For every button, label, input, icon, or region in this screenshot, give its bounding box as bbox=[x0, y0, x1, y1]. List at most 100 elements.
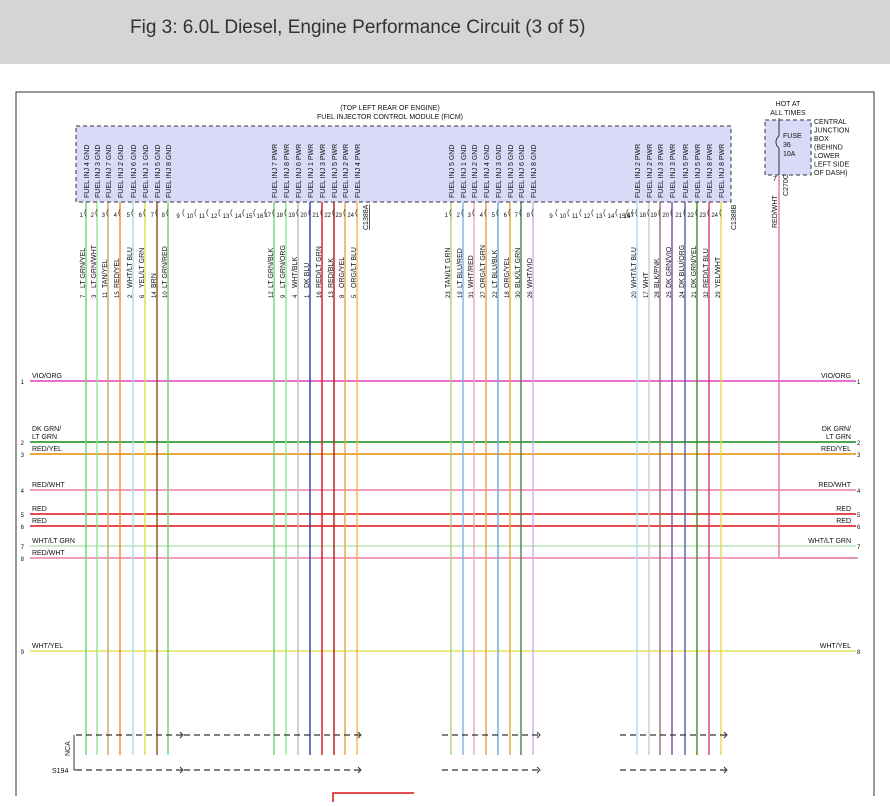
hot-label-1: HOT AT bbox=[776, 101, 801, 108]
left-pin-mark-13: ( bbox=[320, 208, 323, 217]
left-unused-pin-mark-5: ( bbox=[230, 208, 233, 217]
left-circuit-label-11: FUEL INJ 6 PWR bbox=[296, 144, 303, 198]
right-pin-mark-14: ( bbox=[695, 208, 698, 217]
right-cavity-14: 21 bbox=[692, 291, 698, 298]
splice-s194-label: S194 bbox=[52, 768, 68, 775]
right-wire-color-15: RED/LT BLU bbox=[703, 248, 710, 288]
bus-num-right-2: 2 bbox=[857, 441, 861, 447]
cjb-line-1: CENTRAL bbox=[814, 119, 847, 126]
right-unused-pin-mark-4: ( bbox=[591, 208, 594, 217]
bus-num-left-3: 3 bbox=[21, 453, 25, 459]
left-circuit-label-1: FUEL INJ 4 GND bbox=[84, 145, 91, 198]
bus-label-right-7: WHT/LT GRN bbox=[808, 538, 851, 545]
left-unused-pin-2: 10 bbox=[187, 214, 194, 220]
right-cavity-9: 20 bbox=[632, 291, 638, 298]
right-wire-color-5: LT BLU/BLK bbox=[492, 249, 499, 288]
left-pin-16: 24 bbox=[347, 213, 354, 219]
right-wire-color-13: DK BLU/ORG bbox=[679, 245, 686, 288]
right-pin-mark-7: ( bbox=[519, 208, 522, 217]
left-pin-13: 21 bbox=[312, 213, 319, 219]
right-pin-mark-8: ( bbox=[531, 208, 534, 217]
right-pin-mark-16: ( bbox=[719, 208, 722, 217]
right-cavity-15: 32 bbox=[704, 291, 710, 298]
right-pin-mark-13: ( bbox=[683, 208, 686, 217]
ficm-location: (TOP LEFT REAR OF ENGINE) bbox=[340, 105, 440, 112]
right-circuit-label-9: FUEL INJ 2 PWR bbox=[635, 144, 642, 198]
left-circuit-label-12: FUEL INJ 1 PWR bbox=[308, 144, 315, 198]
right-wire-color-6: ORG/YEL bbox=[504, 257, 511, 288]
cjb-line-6: LEFT SIDE bbox=[814, 162, 850, 169]
left-unused-pin-mark-6: ( bbox=[242, 208, 245, 217]
left-wire-color-15: ORG/YEL bbox=[339, 257, 346, 288]
right-pin-13: 21 bbox=[675, 213, 682, 219]
cjb-line-3: BOX bbox=[814, 136, 829, 143]
bus-num-left-5: 5 bbox=[21, 513, 25, 519]
right-pin-16: 24 bbox=[711, 213, 718, 219]
right-cavity-6: 18 bbox=[505, 291, 511, 298]
left-pin-mark-4: ( bbox=[118, 208, 121, 217]
right-circuit-label-6: FUEL INJ 5 GND bbox=[508, 145, 515, 198]
left-unused-pin-1: 9 bbox=[176, 214, 180, 220]
bus-num-right-3: 3 bbox=[857, 453, 861, 459]
left-pin-mark-10: ( bbox=[284, 208, 287, 217]
right-cavity-16: 29 bbox=[716, 291, 722, 298]
right-cavity-3: 31 bbox=[469, 291, 475, 298]
bus-label-right-9: WHT/YEL bbox=[820, 643, 851, 650]
left-wire-color-12: DK BLU bbox=[304, 263, 311, 288]
left-circuit-label-4: FUEL INJ 2 GND bbox=[118, 145, 125, 198]
right-unused-pin-mark-3: ( bbox=[579, 208, 582, 217]
left-wire-color-10: LT GRN/ORG bbox=[280, 245, 287, 288]
left-wire-color-11: WHT/BLK bbox=[292, 257, 299, 288]
right-unused-pin-1: 9 bbox=[549, 214, 553, 220]
hot-label-2: ALL TIMES bbox=[770, 110, 806, 117]
bus-num-left-2: 2 bbox=[21, 441, 25, 447]
right-unused-pin-mark-8: ( bbox=[631, 208, 634, 217]
wire-stub-red bbox=[332, 792, 414, 802]
bus-num-right-4: 4 bbox=[857, 489, 861, 495]
bus-label-left2-2: LT GRN bbox=[32, 434, 57, 441]
bus-label-right-2: DK GRN/ bbox=[822, 426, 851, 433]
right-pin-mark-6: ( bbox=[508, 208, 511, 217]
bus-label-left-5: RED bbox=[32, 506, 47, 513]
left-circuit-label-10: FUEL INJ 8 PWR bbox=[284, 144, 291, 198]
right-cavity-10: 17 bbox=[644, 291, 650, 298]
connector-c1388b: C1388B bbox=[731, 204, 738, 230]
ficm-module-box bbox=[75, 125, 732, 203]
right-unused-pin-mark-5: ( bbox=[603, 208, 606, 217]
splice-nca-label: NCA bbox=[65, 741, 72, 756]
bus-num-left-1: 1 bbox=[21, 380, 25, 386]
left-pin-mark-12: ( bbox=[308, 208, 311, 217]
left-unused-pin-4: 12 bbox=[211, 214, 218, 220]
left-unused-pin-7: 15 bbox=[246, 214, 253, 220]
right-unused-pin-8: 16 bbox=[624, 214, 631, 220]
left-wire-color-14: RED/BLK bbox=[328, 258, 335, 288]
bus-num-left-6: 6 bbox=[21, 525, 25, 531]
wiring-diagram-canvas: (TOP LEFT REAR OF ENGINE) FUEL INJECTOR … bbox=[15, 91, 875, 802]
left-wire-color-2: LT GRN/WHT bbox=[91, 244, 98, 288]
left-wire-color-4: RED/YEL bbox=[114, 258, 121, 288]
right-pin-15: 23 bbox=[699, 213, 706, 219]
left-circuit-label-2: FUEL INJ 3 GND bbox=[95, 145, 102, 198]
right-unused-pin-5: 13 bbox=[596, 214, 603, 220]
connector-c1388a: C1388A bbox=[363, 204, 370, 230]
left-circuit-label-16: FUEL INJ 4 PWR bbox=[355, 144, 362, 198]
left-wire-color-7: BRN bbox=[151, 273, 158, 288]
bus-label-left-7: WHT/LT GRN bbox=[32, 538, 75, 545]
right-pin-mark-3: ( bbox=[472, 208, 475, 217]
cjb-line-7: OF DASH) bbox=[814, 170, 847, 177]
left-circuit-label-5: FUEL INJ 6 GND bbox=[131, 145, 138, 198]
left-circuit-label-13: FUEL INJ 3 PWR bbox=[320, 144, 327, 198]
right-circuit-label-14: FUEL INJ 5 PWR bbox=[695, 144, 702, 198]
left-cavity-3: 11 bbox=[103, 291, 109, 298]
right-wire-color-8: WHT/VIO bbox=[527, 258, 534, 288]
right-wire-color-3: WHT/RED bbox=[468, 255, 475, 288]
bus-label-right-5: RED bbox=[836, 506, 851, 513]
left-pin-mark-3: ( bbox=[106, 208, 109, 217]
fuse-wire-color: RED/WHT bbox=[772, 195, 779, 228]
left-circuit-label-7: FUEL INJ 5 GND bbox=[155, 145, 162, 198]
fuse-label: FUSE bbox=[783, 133, 802, 140]
right-pin-mark-15: ( bbox=[707, 208, 710, 217]
left-cavity-7: 14 bbox=[152, 291, 158, 298]
bus-label-left-3: RED/YEL bbox=[32, 446, 62, 453]
left-unused-pin-8: 16 bbox=[257, 214, 264, 220]
